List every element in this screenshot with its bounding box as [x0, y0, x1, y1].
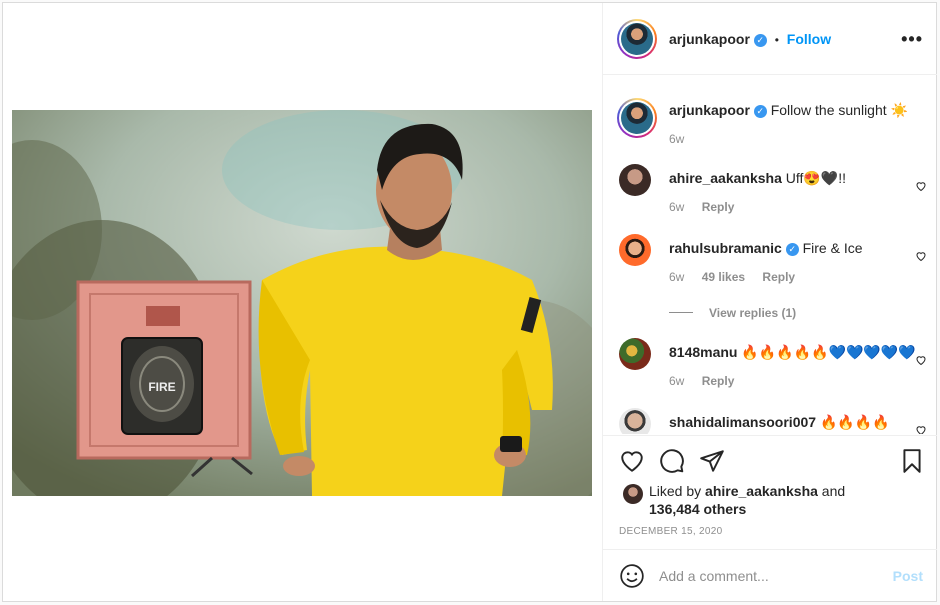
post-photo[interactable]: FIRE	[12, 110, 592, 496]
comment-text: 🔥🔥🔥🔥🔥💙💙💙💙💙	[741, 344, 916, 360]
author-username[interactable]: arjunkapoor	[669, 31, 750, 47]
post-header: arjunkapoor ✓ • Follow •••	[603, 3, 937, 75]
comment-item: shahidalimansoori007 🔥🔥🔥🔥	[617, 406, 927, 434]
heart-icon[interactable]	[915, 250, 927, 262]
liked-by-user[interactable]: ahire_aakanksha	[705, 483, 818, 499]
liked-by-conj: and	[821, 483, 846, 499]
comment-item: 8148manu 🔥🔥🔥🔥🔥💙💙💙💙💙 6w Reply	[617, 336, 927, 396]
verified-icon: ✓	[753, 33, 767, 47]
comment-text: Fire & Ice	[802, 240, 863, 256]
comment-text: Uff😍🖤!!	[785, 170, 847, 186]
comments-list[interactable]: arjunkapoor ✓ Follow the sunlight ☀️ 6w …	[603, 76, 937, 434]
likes-count[interactable]: 136,484 others	[649, 501, 746, 517]
comment-input[interactable]: Add a comment...	[659, 568, 769, 584]
comment-icon[interactable]	[659, 448, 685, 474]
heart-icon[interactable]	[915, 354, 927, 366]
verified-icon: ✓	[785, 242, 799, 256]
commenter-avatar[interactable]	[619, 408, 651, 434]
comment-text: 🔥🔥🔥🔥	[819, 414, 890, 430]
comment-time[interactable]: 6w	[669, 270, 684, 284]
liker-avatar[interactable]	[623, 484, 643, 504]
comment-item: ahire_aakanksha Uff😍🖤!! 6w Reply	[617, 162, 927, 222]
caption-row: arjunkapoor ✓ Follow the sunlight ☀️ 6w	[617, 94, 927, 154]
author-avatar[interactable]	[617, 19, 657, 59]
commenter-avatar[interactable]	[619, 234, 651, 266]
post-sidebar: arjunkapoor ✓ • Follow ••• arjunkapoor ✓…	[602, 3, 937, 601]
commenter-avatar[interactable]	[619, 164, 651, 196]
comment-composer: Add a comment... Post	[603, 549, 937, 601]
photo-illustration: FIRE	[12, 110, 592, 496]
comment-time[interactable]: 6w	[669, 374, 684, 388]
comment-username[interactable]: shahidalimansoori007	[669, 414, 816, 430]
comment-item: rahulsubramanic ✓ Fire & Ice 6w 49 likes…	[617, 232, 927, 322]
header-separator: •	[774, 33, 779, 47]
post-card: FIRE arjunkapoor ✓ • Follow ••• arjunkap…	[2, 2, 937, 602]
post-actions: Liked by ahire_aakanksha and 136,484 oth…	[603, 435, 937, 548]
caption-username[interactable]: arjunkapoor	[669, 102, 750, 118]
heart-icon[interactable]	[619, 448, 645, 474]
follow-button[interactable]: Follow	[787, 31, 831, 47]
comment-likes[interactable]: 49 likes	[702, 270, 745, 284]
caption-avatar[interactable]	[617, 98, 657, 138]
comment-username[interactable]: 8148manu	[669, 344, 737, 360]
post-comment-button[interactable]: Post	[893, 568, 923, 584]
post-media: FIRE	[3, 3, 601, 601]
view-replies-button[interactable]: View replies (1)	[709, 306, 796, 320]
replies-divider	[669, 312, 693, 313]
caption-text: Follow the sunlight ☀️	[770, 102, 908, 118]
comment-username[interactable]: ahire_aakanksha	[669, 170, 782, 186]
reply-button[interactable]: Reply	[702, 200, 735, 214]
likes-summary: Liked by ahire_aakanksha and 136,484 oth…	[649, 482, 845, 518]
comment-time[interactable]: 6w	[669, 200, 684, 214]
more-icon[interactable]: •••	[901, 29, 923, 50]
caption-time[interactable]: 6w	[669, 132, 684, 146]
reply-button[interactable]: Reply	[702, 374, 735, 388]
bookmark-icon[interactable]	[899, 448, 925, 474]
share-icon[interactable]	[699, 448, 725, 474]
fire-sign: FIRE	[148, 380, 175, 394]
verified-icon: ✓	[753, 104, 767, 118]
post-date[interactable]: DECEMBER 15, 2020	[619, 526, 722, 537]
commenter-avatar[interactable]	[619, 338, 651, 370]
emoji-icon[interactable]	[619, 563, 645, 589]
heart-icon[interactable]	[915, 424, 927, 434]
fire-box: FIRE	[76, 280, 253, 478]
heart-icon[interactable]	[915, 180, 927, 192]
comment-username[interactable]: rahulsubramanic	[669, 240, 782, 256]
liked-by-prefix: Liked by	[649, 483, 702, 499]
reply-button[interactable]: Reply	[762, 270, 795, 284]
